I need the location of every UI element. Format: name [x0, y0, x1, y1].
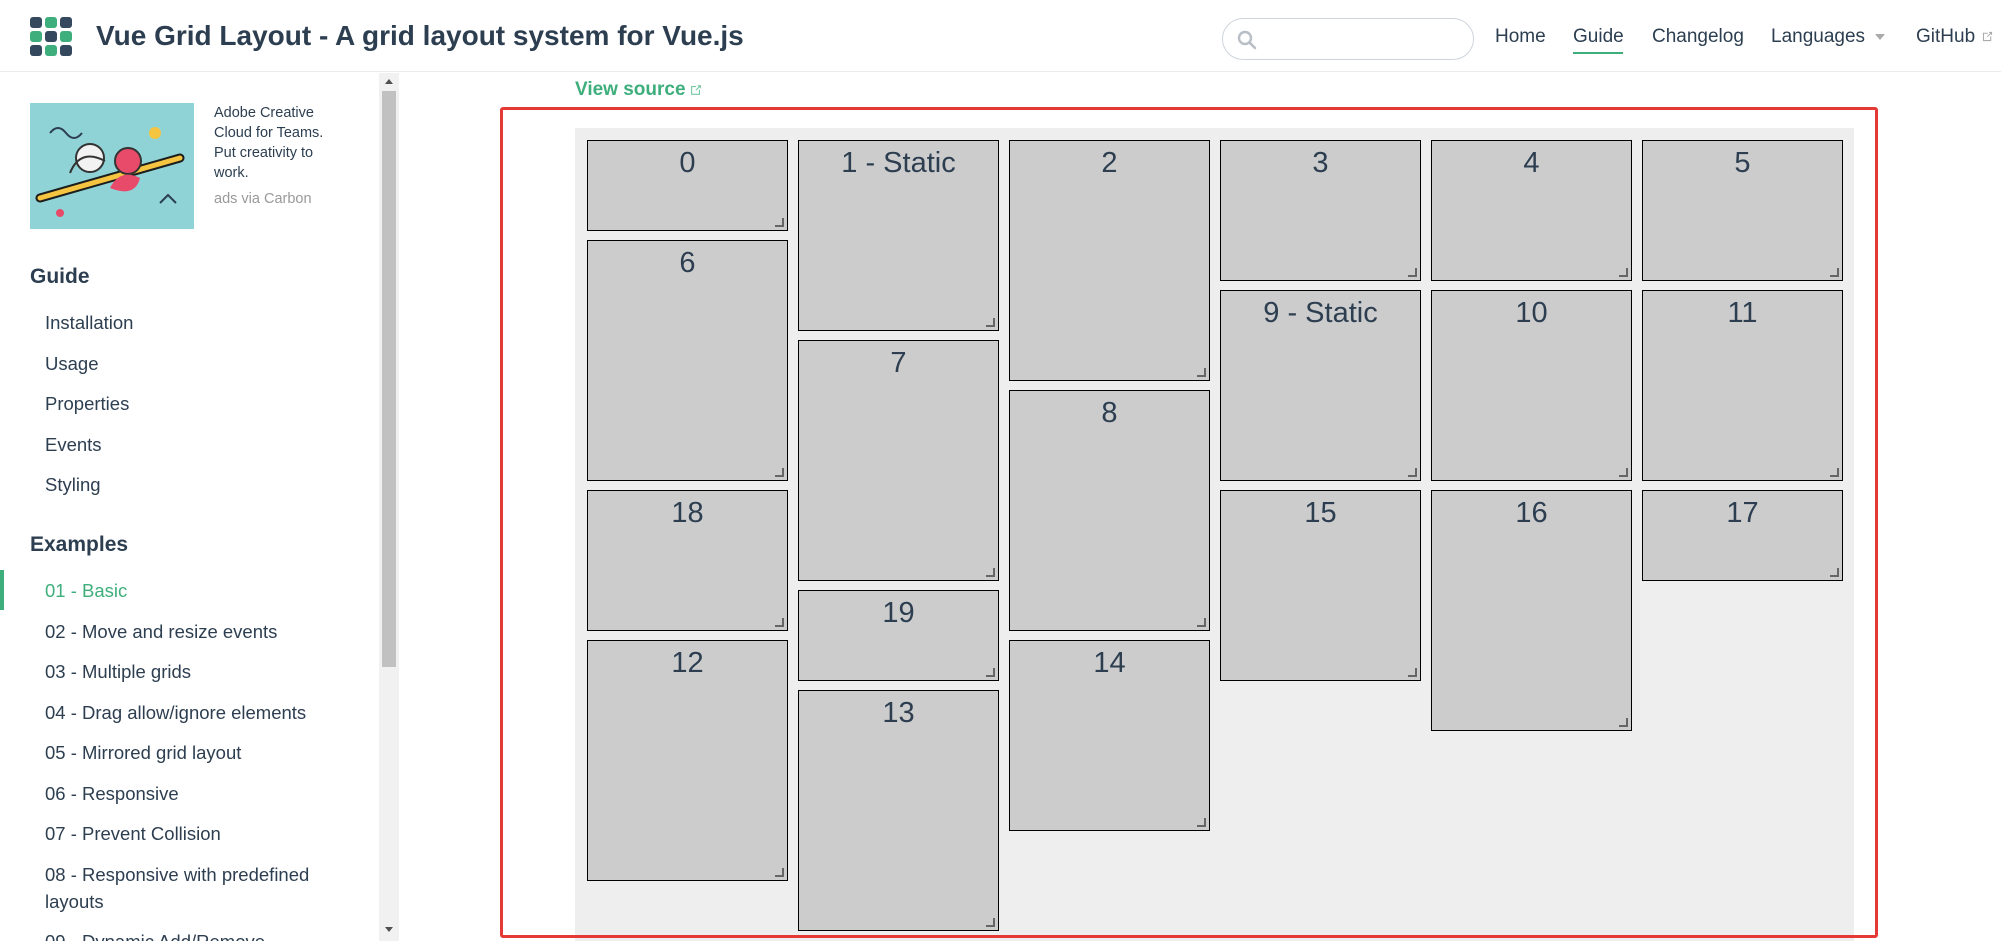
- view-source-link[interactable]: View source: [575, 79, 703, 101]
- search-box[interactable]: [1222, 18, 1474, 60]
- top-navbar: Vue Grid Layout - A grid layout system f…: [0, 0, 2001, 72]
- sidebar-item-08-responsive-predefined[interactable]: 08 - Responsive with predefined layouts: [45, 861, 345, 915]
- scrollbar-thumb[interactable]: [382, 91, 396, 667]
- nav-link-github[interactable]: GitHub: [1916, 26, 1994, 48]
- scroll-down-arrow-icon[interactable]: [385, 927, 393, 932]
- ad-illustration: [30, 103, 194, 229]
- nav-link-changelog[interactable]: Changelog: [1652, 26, 1744, 48]
- sidebar-item-usage[interactable]: Usage: [45, 350, 98, 377]
- ad-text[interactable]: Adobe Creative Cloud for Teams. Put crea…: [214, 103, 344, 183]
- vue-grid-logo-icon[interactable]: [30, 17, 74, 57]
- sidebar-item-03-multiple-grids[interactable]: 03 - Multiple grids: [45, 658, 191, 685]
- sidebar-heading-examples[interactable]: Examples: [30, 533, 128, 557]
- sidebar-item-04-drag-allow-ignore[interactable]: 04 - Drag allow/ignore elements: [45, 699, 306, 726]
- view-source-label: View source: [575, 79, 686, 100]
- sidebar-item-09-dynamic-add-remove[interactable]: 09 - Dynamic Add/Remove: [45, 928, 265, 941]
- ad-image[interactable]: [30, 103, 194, 229]
- github-label: GitHub: [1916, 26, 1976, 47]
- active-nav-underline: [1573, 52, 1623, 54]
- chevron-down-icon: [1875, 33, 1886, 40]
- highlight-frame: [500, 107, 1878, 938]
- search-input[interactable]: [1267, 25, 1461, 55]
- nav-dropdown-languages[interactable]: Languages: [1771, 26, 1886, 48]
- sidebar: Adobe Creative Cloud for Teams. Put crea…: [0, 73, 380, 941]
- nav-link-home[interactable]: Home: [1495, 26, 1546, 48]
- sidebar-item-styling[interactable]: Styling: [45, 471, 101, 498]
- sidebar-item-06-responsive[interactable]: 06 - Responsive: [45, 780, 179, 807]
- sidebar-item-01-basic[interactable]: 01 - Basic: [45, 577, 127, 604]
- external-link-icon: [690, 85, 701, 95]
- languages-label: Languages: [1771, 26, 1866, 47]
- sidebar-scrollbar[interactable]: [379, 73, 399, 941]
- site-title[interactable]: Vue Grid Layout - A grid layout system f…: [96, 20, 744, 52]
- sidebar-item-properties[interactable]: Properties: [45, 390, 129, 417]
- sidebar-item-05-mirrored-grid[interactable]: 05 - Mirrored grid layout: [45, 739, 241, 766]
- sidebar-item-02-move-resize-events[interactable]: 02 - Move and resize events: [45, 618, 277, 645]
- search-icon: [1237, 30, 1257, 50]
- sidebar-item-events[interactable]: Events: [45, 431, 102, 458]
- external-link-icon: [1983, 32, 1993, 42]
- ad-via-carbon[interactable]: ads via Carbon: [214, 191, 312, 207]
- scroll-up-arrow-icon[interactable]: [385, 79, 393, 84]
- sidebar-item-installation[interactable]: Installation: [45, 309, 133, 336]
- nav-link-guide[interactable]: Guide: [1573, 26, 1624, 48]
- active-item-indicator: [0, 570, 4, 610]
- sidebar-heading-guide[interactable]: Guide: [30, 265, 90, 289]
- sidebar-item-07-prevent-collision[interactable]: 07 - Prevent Collision: [45, 820, 221, 847]
